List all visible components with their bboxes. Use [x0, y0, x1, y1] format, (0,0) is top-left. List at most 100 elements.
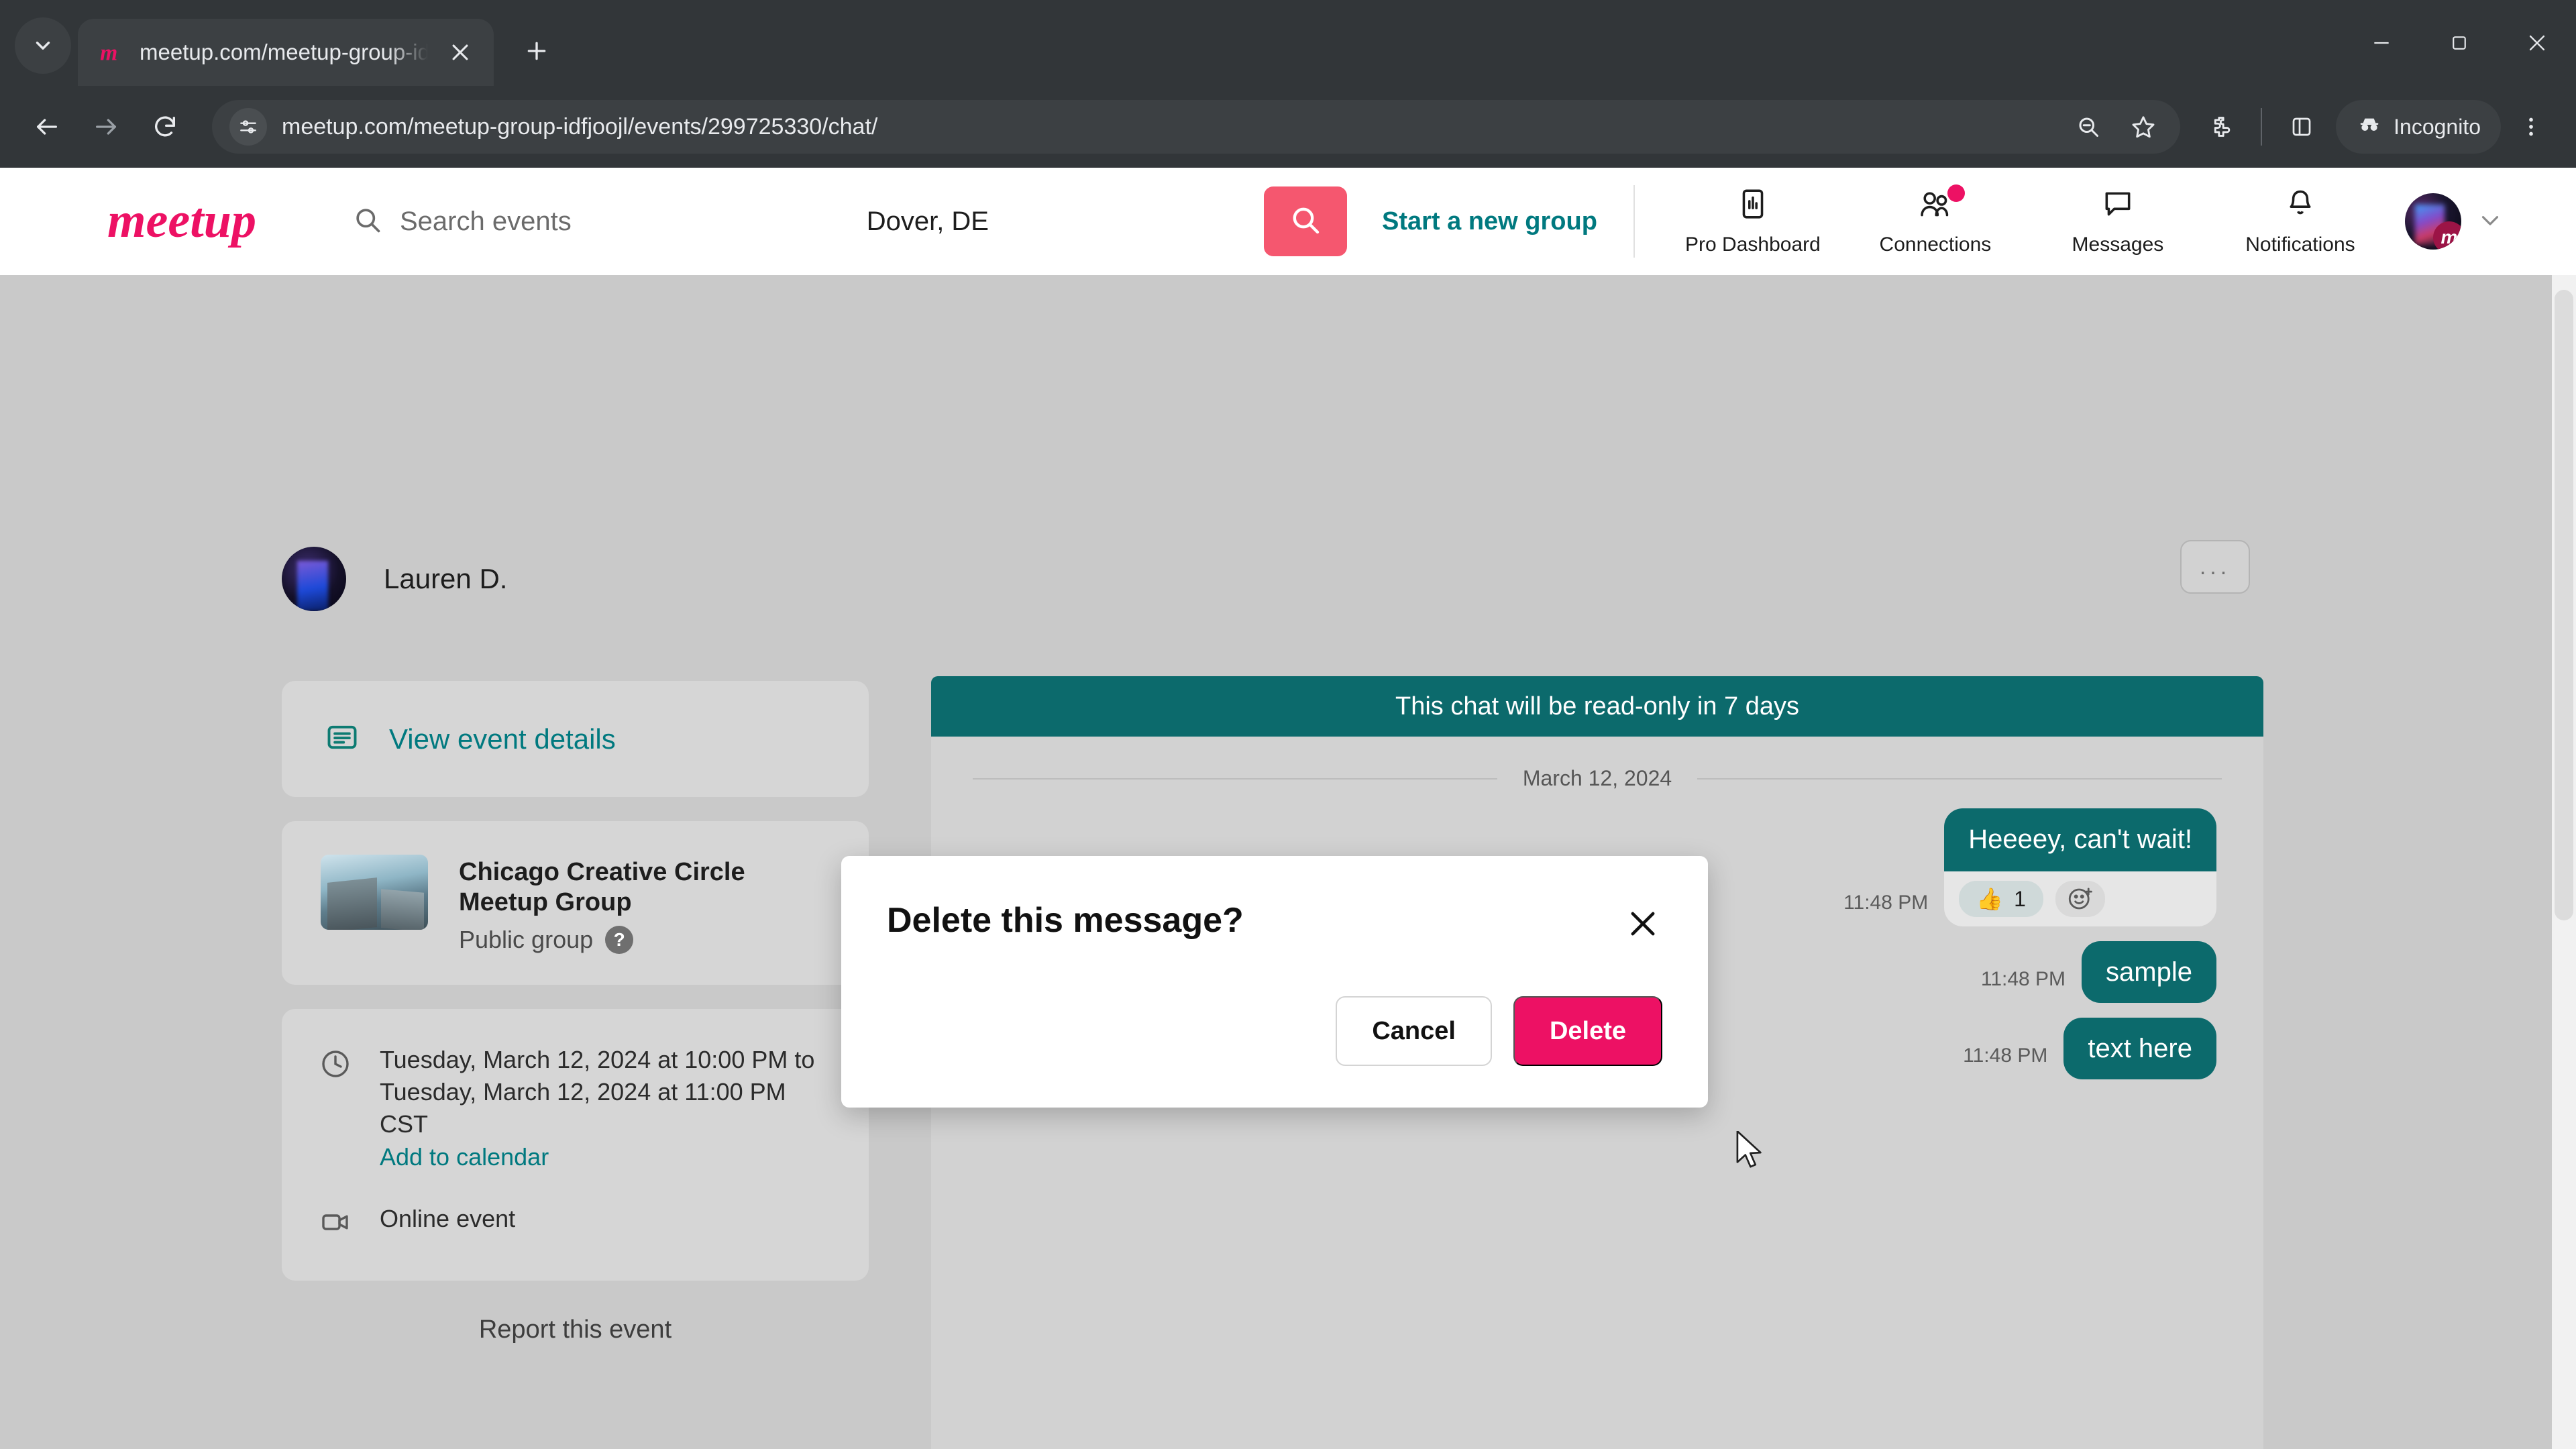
event-time-row: Tuesday, March 12, 2024 at 10:00 PM to T…: [319, 1044, 831, 1172]
question-mark-icon[interactable]: ?: [605, 925, 634, 954]
report-event-link[interactable]: Report this event: [282, 1316, 869, 1344]
maximize-icon[interactable]: [2420, 0, 2498, 86]
start-new-group-link[interactable]: Start a new group: [1382, 207, 1597, 236]
window-controls: [2343, 0, 2576, 86]
tab-close-icon[interactable]: [441, 34, 479, 71]
three-dot-menu-icon[interactable]: [2506, 102, 2556, 152]
nav-label: Connections: [1879, 233, 1992, 256]
divider-rule-left: [973, 777, 1497, 780]
window-close-icon[interactable]: [2498, 0, 2576, 86]
message-bubble[interactable]: text here: [2063, 1018, 2216, 1079]
add-reaction-icon[interactable]: [2055, 881, 2105, 917]
event-time-text-wrap: Tuesday, March 12, 2024 at 10:00 PM to T…: [380, 1044, 831, 1172]
reaction-thumbs-up[interactable]: 👍 1: [1959, 881, 2043, 917]
message-bubble[interactable]: sample: [2082, 941, 2216, 1003]
view-event-details-link[interactable]: View event details: [282, 681, 869, 797]
delete-message-dialog: Delete this message? Cancel Delete: [841, 856, 1708, 1108]
group-name: Chicago Creative Circle Meetup Group: [459, 858, 745, 916]
page-viewport: meetup Search events Dover, DE Start a n…: [0, 168, 2576, 1449]
mouse-cursor: [1736, 1130, 1767, 1176]
search-submit-button[interactable]: [1264, 186, 1347, 256]
tab-title: meetup.com/meetup-group-id: [140, 40, 428, 64]
avatar-badge: m: [2432, 221, 2461, 250]
search-events-field[interactable]: Search events: [353, 205, 572, 238]
location-input[interactable]: Dover, DE: [867, 207, 989, 237]
nav-item-connections[interactable]: Connections: [1844, 184, 2027, 256]
incognito-icon: [2356, 111, 2383, 143]
avatar[interactable]: m: [2404, 193, 2461, 250]
incognito-indicator[interactable]: Incognito: [2336, 100, 2501, 154]
clock-icon: [319, 1044, 352, 1172]
nav-label: Notifications: [2245, 233, 2355, 256]
group-card[interactable]: Chicago Creative Circle Meetup Group Pub…: [282, 821, 869, 985]
reaction-bar: 👍 1: [1944, 871, 2216, 926]
message-bubble[interactable]: Heeeey, can't wait!: [1944, 808, 2216, 873]
omnibox-actions: [2063, 102, 2168, 152]
meetup-favicon-icon: m: [98, 38, 126, 66]
group-photo: [321, 855, 428, 930]
message-bubble-wrap: Heeeey, can't wait! 👍 1: [1944, 808, 2216, 926]
message-timestamp: 11:48 PM: [1963, 1044, 2048, 1067]
header-divider: [1633, 185, 1635, 258]
star-icon[interactable]: [2118, 102, 2168, 152]
meetup-header: meetup Search events Dover, DE Start a n…: [0, 168, 2576, 275]
browser-window: m meetup.com/meetup-group-id meetup.com/…: [0, 0, 2576, 1449]
readonly-banner: This chat will be read-only in 7 days: [931, 676, 2263, 737]
avatar[interactable]: [282, 547, 346, 611]
svg-text:meetup: meetup: [107, 193, 256, 248]
nav-item-messages[interactable]: Messages: [2027, 187, 2209, 256]
message-timestamp: 11:48 PM: [1980, 968, 2066, 990]
minimize-icon[interactable]: [2343, 0, 2420, 86]
new-tab-button[interactable]: [511, 25, 562, 76]
thread-menu-button[interactable]: ...: [2180, 540, 2250, 594]
svg-text:m: m: [100, 41, 117, 66]
view-event-details-card[interactable]: View event details: [282, 681, 869, 797]
delete-button[interactable]: Delete: [1513, 996, 1662, 1066]
group-card-inner: Chicago Creative Circle Meetup Group Pub…: [282, 821, 869, 985]
event-sidebar: View event details Chicago Creative Circ…: [282, 681, 869, 1344]
event-info-card: Tuesday, March 12, 2024 at 10:00 PM to T…: [282, 1008, 869, 1281]
close-icon[interactable]: [1621, 902, 1665, 946]
chart-bar-icon: [1736, 187, 1770, 224]
address-bar[interactable]: meetup.com/meetup-group-idfjoojl/events/…: [212, 100, 2181, 154]
cancel-button[interactable]: Cancel: [1336, 996, 1492, 1066]
forward-arrow-icon[interactable]: [79, 100, 133, 154]
back-arrow-icon[interactable]: [20, 100, 74, 154]
toolbar-divider: [2261, 108, 2263, 146]
nav-item-notifications[interactable]: Notifications: [2209, 187, 2392, 256]
chat-bubble-icon: [2101, 187, 2135, 224]
nav-item-pro-dashboard[interactable]: Pro Dashboard: [1662, 187, 1844, 256]
tab-search-button[interactable]: [15, 17, 71, 74]
browser-toolbar: meetup.com/meetup-group-idfjoojl/events/…: [0, 86, 2576, 168]
account-menu[interactable]: m: [2404, 193, 2504, 250]
page-scrollbar-thumb[interactable]: [2555, 290, 2573, 920]
zoom-out-icon[interactable]: [2063, 102, 2113, 152]
header-nav: Pro Dashboard Connections Messages Notif…: [1662, 184, 2392, 256]
event-format-text: Online event: [380, 1205, 516, 1233]
dialog-header: Delete this message?: [887, 856, 1662, 946]
group-privacy: Public group: [459, 925, 594, 953]
search-icon: [353, 205, 382, 238]
dialog-actions: Cancel Delete: [1336, 996, 1662, 1066]
nav-label: Pro Dashboard: [1685, 233, 1821, 256]
thread-participant-name: Lauren D.: [384, 563, 508, 594]
video-camera-icon: [319, 1202, 352, 1242]
meetup-logo[interactable]: meetup: [107, 193, 280, 250]
date-divider: March 12, 2024: [931, 737, 2263, 798]
view-event-details-label: View event details: [389, 722, 616, 755]
browser-tab[interactable]: m meetup.com/meetup-group-id: [78, 19, 494, 86]
chevron-down-icon[interactable]: [2476, 206, 2504, 237]
site-settings-icon[interactable]: [229, 108, 267, 146]
incognito-label: Incognito: [2394, 114, 2481, 139]
page-scrollbar[interactable]: [2552, 275, 2576, 1449]
dialog-title: Delete this message?: [887, 901, 1244, 940]
url-text: meetup.com/meetup-group-idfjoojl/events/…: [282, 113, 878, 140]
group-privacy-row: Public group ?: [459, 925, 808, 954]
bell-icon: [2284, 187, 2317, 224]
connections-badge: [1947, 184, 1965, 202]
tab-strip: m meetup.com/meetup-group-id: [0, 0, 2576, 86]
add-to-calendar-link[interactable]: Add to calendar: [380, 1143, 831, 1171]
extensions-icon[interactable]: [2196, 102, 2246, 152]
reload-icon[interactable]: [138, 100, 192, 154]
side-panel-icon[interactable]: [2277, 102, 2326, 152]
